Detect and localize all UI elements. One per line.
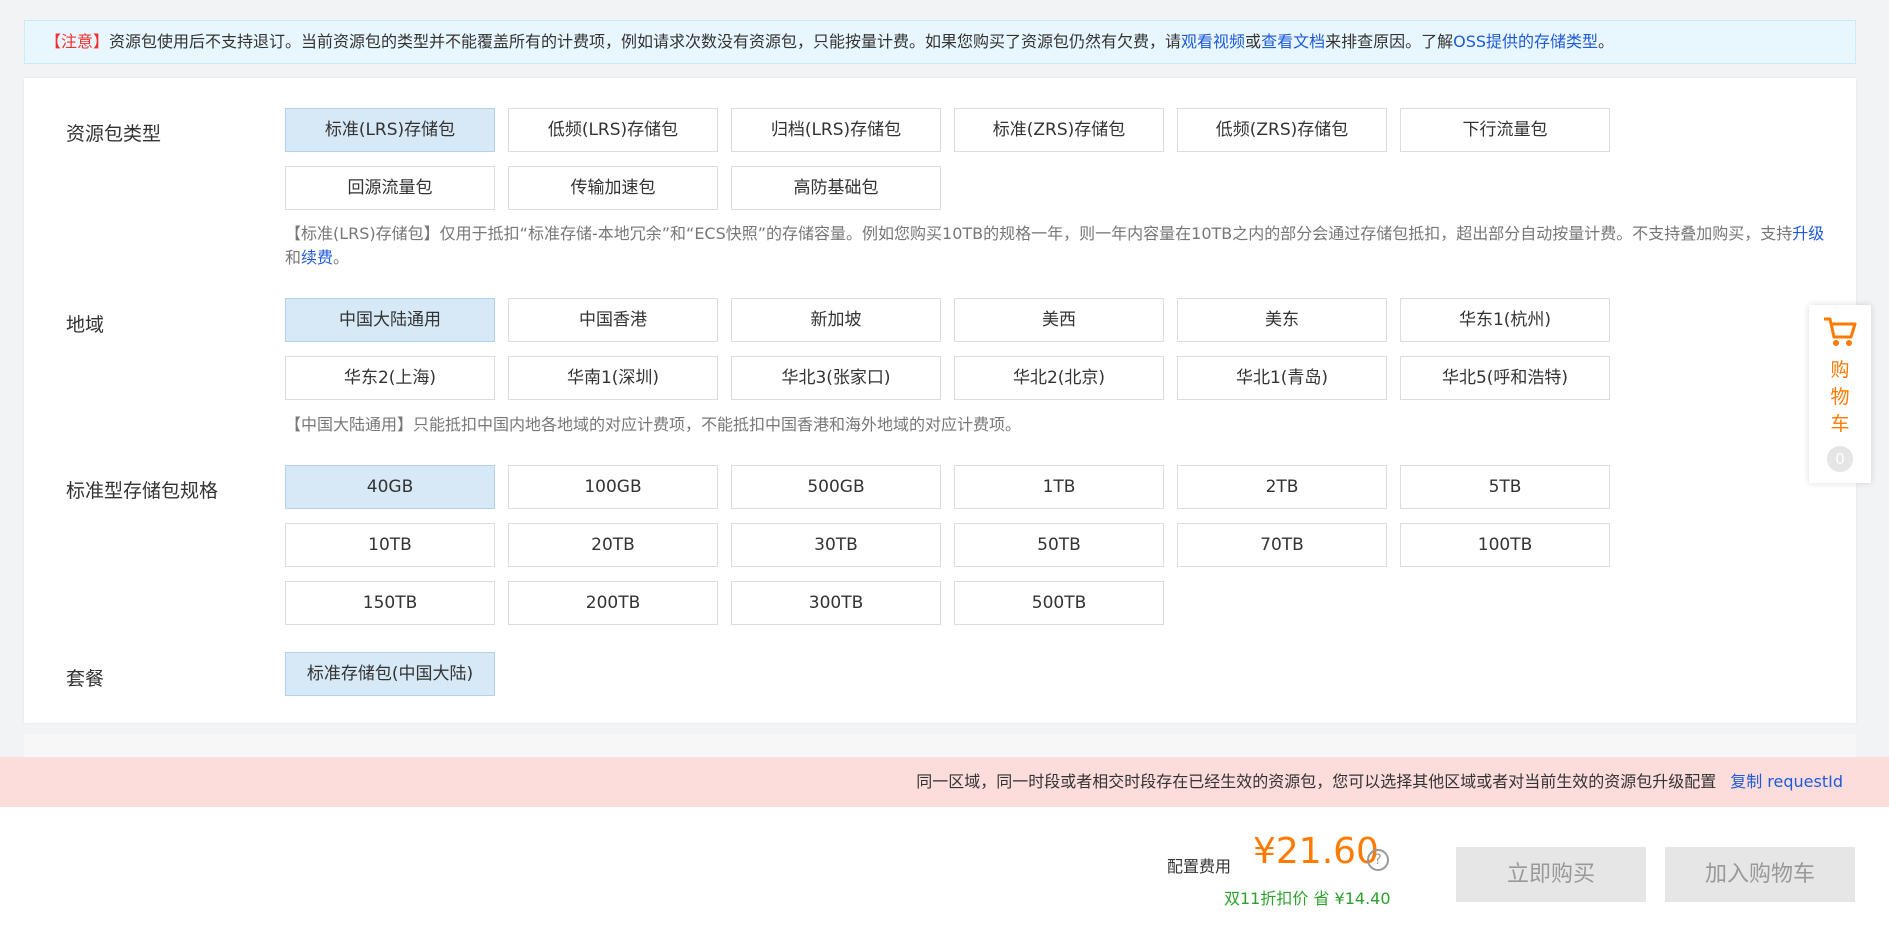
section-divider bbox=[24, 734, 1856, 758]
storage-types-link[interactable]: OSS提供的存储类型 bbox=[1453, 32, 1598, 51]
package-type-desc: 【标准(LRS)存储包】仅用于抵扣“标准存储-本地冗余”和“ECS快照”的存储容… bbox=[285, 222, 1835, 270]
region-option[interactable]: 华东2(上海) bbox=[285, 356, 495, 400]
desc-and: 和 bbox=[285, 248, 302, 267]
cart-label-char: 物 bbox=[1830, 386, 1850, 408]
order-footer: 配置费用 ¥21.60 ? 双11折扣价 省 ¥14.40 立即购买 加入购物车 bbox=[0, 807, 1889, 925]
region-option[interactable]: 华北2(北京) bbox=[954, 356, 1164, 400]
watch-video-link[interactable]: 观看视频 bbox=[1181, 32, 1245, 51]
spec-option[interactable]: 50TB bbox=[954, 523, 1164, 567]
spec-option[interactable]: 5TB bbox=[1400, 465, 1610, 509]
notice-or: 或 bbox=[1245, 32, 1262, 51]
region-option[interactable]: 美西 bbox=[954, 298, 1164, 342]
spec-option[interactable]: 10TB bbox=[285, 523, 495, 567]
error-message: 同一区域，同一时段或者相交时段存在已经生效的资源包，您可以选择其他区域或者对当前… bbox=[916, 772, 1717, 791]
notice-prefix: 【注意】 bbox=[45, 32, 110, 51]
spec-option[interactable]: 2TB bbox=[1177, 465, 1387, 509]
package-type-option[interactable]: 低频(ZRS)存储包 bbox=[1177, 108, 1387, 152]
package-type-option[interactable]: 回源流量包 bbox=[285, 166, 495, 210]
region-option[interactable]: 新加坡 bbox=[731, 298, 941, 342]
cost-label: 配置费用 bbox=[1167, 857, 1232, 876]
region-option[interactable]: 美东 bbox=[1177, 298, 1387, 342]
desc-end: 。 bbox=[333, 248, 350, 267]
cart-label-char: 车 bbox=[1830, 413, 1850, 435]
spec-option[interactable]: 150TB bbox=[285, 581, 495, 625]
region-option[interactable]: 华北3(张家口) bbox=[731, 356, 941, 400]
help-icon[interactable]: ? bbox=[1367, 849, 1389, 871]
spec-option[interactable]: 500TB bbox=[954, 581, 1164, 625]
promo-text: 双11折扣价 省 ¥14.40 bbox=[1224, 889, 1391, 908]
floating-cart[interactable]: 购 物 车 0 bbox=[1809, 305, 1871, 483]
region-label: 地域 bbox=[66, 314, 105, 336]
cart-icon bbox=[1824, 317, 1857, 346]
package-type-option[interactable]: 归档(LRS)存储包 bbox=[731, 108, 941, 152]
cart-count-badge: 0 bbox=[1827, 446, 1853, 472]
package-type-option[interactable]: 下行流量包 bbox=[1400, 108, 1610, 152]
cart-label: 购 物 车 bbox=[1809, 357, 1871, 438]
buy-now-button[interactable]: 立即购买 bbox=[1456, 847, 1646, 902]
plan-option[interactable]: 标准存储包(中国大陆) bbox=[285, 652, 495, 696]
region-option[interactable]: 华北5(呼和浩特) bbox=[1400, 356, 1610, 400]
plan-label: 套餐 bbox=[66, 668, 105, 690]
package-type-option[interactable]: 高防基础包 bbox=[731, 166, 941, 210]
spec-option[interactable]: 70TB bbox=[1177, 523, 1387, 567]
spec-option[interactable]: 100GB bbox=[508, 465, 718, 509]
region-desc: 【中国大陆通用】只能抵扣中国内地各地域的对应计费项，不能抵扣中国香港和海外地域的… bbox=[285, 415, 1022, 434]
region-option[interactable]: 华南1(深圳) bbox=[508, 356, 718, 400]
cart-label-char: 购 bbox=[1830, 359, 1850, 381]
price-value: ¥21.60 bbox=[1253, 831, 1379, 872]
spec-option[interactable]: 20TB bbox=[508, 523, 718, 567]
spec-option[interactable]: 100TB bbox=[1400, 523, 1610, 567]
region-option[interactable]: 中国香港 bbox=[508, 298, 718, 342]
package-type-desc-text: 【标准(LRS)存储包】仅用于抵扣“标准存储-本地冗余”和“ECS快照”的存储容… bbox=[285, 224, 1793, 243]
renew-link[interactable]: 续费 bbox=[301, 248, 333, 267]
spec-option[interactable]: 40GB bbox=[285, 465, 495, 509]
spec-option[interactable]: 300TB bbox=[731, 581, 941, 625]
package-type-option[interactable]: 传输加速包 bbox=[508, 166, 718, 210]
package-type-option[interactable]: 标准(LRS)存储包 bbox=[285, 108, 495, 152]
package-type-label: 资源包类型 bbox=[66, 123, 162, 145]
config-card: 资源包类型 标准(LRS)存储包 低频(LRS)存储包 归档(LRS)存储包 标准(Z… bbox=[24, 78, 1856, 723]
region-option[interactable]: 华北1(青岛) bbox=[1177, 356, 1387, 400]
copy-request-id-button[interactable]: 复制 requestId bbox=[1730, 772, 1843, 791]
spec-option[interactable]: 1TB bbox=[954, 465, 1164, 509]
package-type-option[interactable]: 标准(ZRS)存储包 bbox=[954, 108, 1164, 152]
error-bar: 同一区域，同一时段或者相交时段存在已经生效的资源包，您可以选择其他区域或者对当前… bbox=[0, 757, 1889, 807]
add-to-cart-button[interactable]: 加入购物车 bbox=[1665, 847, 1855, 902]
spec-option[interactable]: 200TB bbox=[508, 581, 718, 625]
package-type-option[interactable]: 低频(LRS)存储包 bbox=[508, 108, 718, 152]
notice-text: 资源包使用后不支持退订。当前资源包的类型并不能覆盖所有的计费项，例如请求次数没有… bbox=[109, 32, 1182, 51]
spec-option[interactable]: 500GB bbox=[731, 465, 941, 509]
region-option[interactable]: 华东1(杭州) bbox=[1400, 298, 1610, 342]
view-docs-link[interactable]: 查看文档 bbox=[1261, 32, 1325, 51]
spec-label: 标准型存储包规格 bbox=[66, 480, 219, 502]
upgrade-link[interactable]: 升级 bbox=[1792, 224, 1824, 243]
region-option[interactable]: 中国大陆通用 bbox=[285, 298, 495, 342]
notice-banner: 【注意】资源包使用后不支持退订。当前资源包的类型并不能覆盖所有的计费项，例如请求… bbox=[24, 20, 1856, 64]
spec-option[interactable]: 30TB bbox=[731, 523, 941, 567]
notice-text-2: 来排查原因。了解 bbox=[1325, 32, 1454, 51]
notice-end: 。 bbox=[1598, 32, 1615, 51]
